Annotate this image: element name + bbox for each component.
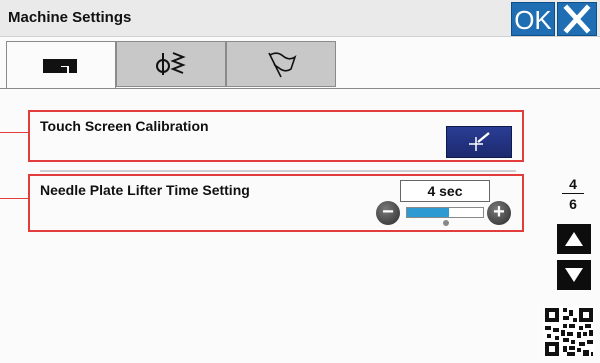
slider-indicator <box>443 220 449 226</box>
page-down-button[interactable] <box>557 260 591 290</box>
separator <box>40 170 516 172</box>
minus-icon: − <box>382 201 394 223</box>
needle-plate-label: Needle Plate Lifter Time Setting <box>40 182 250 198</box>
flag-icon <box>268 52 297 78</box>
qr-code-icon <box>543 306 595 358</box>
close-icon <box>563 4 591 34</box>
page-title: Machine Settings <box>8 9 132 26</box>
calibration-label: Touch Screen Calibration <box>40 118 209 134</box>
close-button[interactable] <box>557 2 597 36</box>
title-bar: Machine Settings <box>0 0 600 37</box>
leader-line <box>0 132 28 133</box>
tab-rule <box>0 88 600 89</box>
page-up-button[interactable] <box>557 224 591 254</box>
qr-code <box>543 306 595 358</box>
time-slider[interactable] <box>406 207 484 218</box>
page-current: 4 <box>569 176 577 192</box>
tab-stitch[interactable] <box>116 41 226 87</box>
arrow-up-icon <box>565 232 583 246</box>
page-total: 6 <box>569 196 577 212</box>
time-value: 4 sec <box>400 180 490 202</box>
tab-machine[interactable] <box>6 41 116 89</box>
calibration-icon <box>469 132 490 151</box>
increase-button[interactable]: + <box>487 201 511 225</box>
plus-icon: + <box>493 201 505 223</box>
arrow-down-icon <box>565 268 583 282</box>
decrease-button[interactable]: − <box>376 201 400 225</box>
stitch-icon <box>156 52 186 75</box>
leader-line <box>0 198 28 199</box>
ok-button[interactable]: OK <box>511 2 555 36</box>
tab-flag[interactable] <box>226 41 336 87</box>
slider-fill <box>407 208 449 217</box>
sewing-machine-icon <box>43 58 77 73</box>
calibration-button[interactable] <box>446 126 512 158</box>
page-divider <box>562 193 584 194</box>
